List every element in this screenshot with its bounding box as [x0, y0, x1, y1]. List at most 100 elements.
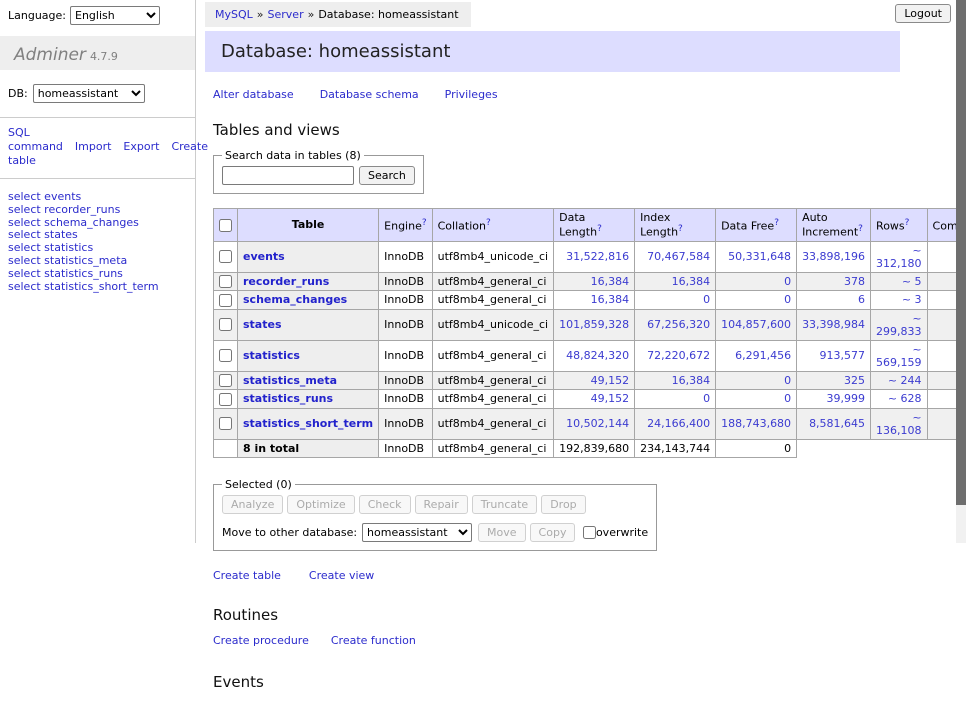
drop-button[interactable]: Drop — [541, 495, 585, 514]
rows-count-link[interactable]: ~ 569,159 — [876, 343, 922, 369]
import-link[interactable]: Import — [75, 140, 112, 153]
breadcrumb-server-link[interactable]: Server — [268, 8, 304, 21]
row-checkbox[interactable] — [219, 374, 232, 387]
index-length-link[interactable]: 67,256,320 — [647, 318, 710, 331]
move-database-select[interactable]: homeassistant — [362, 523, 472, 542]
check-button[interactable]: Check — [359, 495, 411, 514]
rows-count-link[interactable]: ~ 136,108 — [876, 411, 922, 437]
rows-count-link[interactable]: ~ 628 — [888, 392, 922, 405]
optimize-button[interactable]: Optimize — [287, 495, 354, 514]
create-procedure-link[interactable]: Create procedure — [213, 634, 309, 647]
table-link[interactable]: recorder_runs — [243, 275, 329, 288]
sidebar-item-select-statistics-meta[interactable]: select statistics_meta — [8, 254, 127, 267]
data-length-link[interactable]: 49,152 — [591, 392, 630, 405]
sidebar-item-select-statistics[interactable]: select statistics — [8, 241, 93, 254]
rows-count-link[interactable]: ~ 244 — [888, 374, 922, 387]
truncate-button[interactable]: Truncate — [472, 495, 537, 514]
copy-button[interactable]: Copy — [530, 523, 576, 542]
sidebar-item-select-schema-changes[interactable]: select schema_changes — [8, 216, 139, 229]
table-link[interactable]: statistics_meta — [243, 374, 337, 387]
sidebar-item-select-statistics-runs[interactable]: select statistics_runs — [8, 267, 123, 280]
create-function-link[interactable]: Create function — [331, 634, 416, 647]
table-link[interactable]: statistics — [243, 349, 300, 362]
breadcrumb-mysql-link[interactable]: MySQL — [215, 8, 253, 21]
index-length-link[interactable]: 72,220,672 — [647, 349, 710, 362]
export-link[interactable]: Export — [123, 140, 159, 153]
help-icon[interactable]: ? — [858, 224, 863, 234]
row-checkbox[interactable] — [219, 294, 232, 307]
data-length-link[interactable]: 101,859,328 — [559, 318, 629, 331]
alter-database-link[interactable]: Alter database — [213, 88, 294, 101]
index-length-link[interactable]: 16,384 — [672, 275, 711, 288]
index-length-link[interactable]: 0 — [703, 392, 710, 405]
create-table-link[interactable]: Create table — [213, 569, 281, 582]
row-checkbox[interactable] — [219, 349, 232, 362]
sidebar-item-select-events[interactable]: select events — [8, 190, 81, 203]
row-checkbox[interactable] — [219, 318, 232, 331]
auto-increment-link[interactable]: 39,999 — [827, 392, 866, 405]
search-button[interactable]: Search — [359, 166, 415, 185]
data-length-link[interactable]: 16,384 — [591, 293, 630, 306]
sidebar-item-select-statistics-short-term[interactable]: select statistics_short_term — [8, 280, 159, 293]
table-link[interactable]: states — [243, 318, 282, 331]
data-length-link[interactable]: 16,384 — [591, 275, 630, 288]
index-length-link[interactable]: 0 — [703, 293, 710, 306]
row-checkbox[interactable] — [219, 417, 232, 430]
auto-increment-link[interactable]: 8,581,645 — [809, 417, 865, 430]
auto-increment-link[interactable]: 6 — [858, 293, 865, 306]
row-checkbox[interactable] — [219, 250, 232, 263]
data-length-link[interactable]: 10,502,144 — [566, 417, 629, 430]
create-view-link[interactable]: Create view — [309, 569, 374, 582]
rows-count-link[interactable]: ~ 312,180 — [876, 244, 922, 270]
row-checkbox[interactable] — [219, 275, 232, 288]
logout-button[interactable]: Logout — [895, 4, 951, 23]
data-free-link[interactable]: 6,291,456 — [735, 349, 791, 362]
data-free-link[interactable]: 0 — [784, 392, 791, 405]
help-icon[interactable]: ? — [678, 224, 683, 234]
auto-increment-link[interactable]: 378 — [844, 275, 865, 288]
table-link[interactable]: events — [243, 250, 285, 263]
index-length-link[interactable]: 24,166,400 — [647, 417, 710, 430]
data-length-link[interactable]: 49,152 — [591, 374, 630, 387]
sidebar-item-select-states[interactable]: select states — [8, 228, 78, 241]
search-input[interactable] — [222, 166, 354, 185]
help-icon[interactable]: ? — [486, 218, 491, 228]
index-length-link[interactable]: 70,467,584 — [647, 250, 710, 263]
data-free-link[interactable]: 50,331,648 — [728, 250, 791, 263]
database-schema-link[interactable]: Database schema — [320, 88, 419, 101]
data-free-link[interactable]: 0 — [784, 293, 791, 306]
rows-count-link[interactable]: ~ 299,833 — [876, 312, 922, 338]
help-icon[interactable]: ? — [905, 218, 910, 228]
db-select[interactable]: homeassistant — [33, 84, 145, 103]
table-link[interactable]: statistics_runs — [243, 392, 333, 405]
move-button[interactable]: Move — [478, 523, 526, 542]
data-free-link[interactable]: 0 — [784, 374, 791, 387]
auto-increment-link[interactable]: 913,577 — [820, 349, 866, 362]
help-icon[interactable]: ? — [774, 218, 779, 228]
table-link[interactable]: schema_changes — [243, 293, 347, 306]
data-free-link[interactable]: 0 — [784, 275, 791, 288]
sidebar-item-select-recorder-runs[interactable]: select recorder_runs — [8, 203, 120, 216]
rows-count-link[interactable]: ~ 3 — [902, 293, 922, 306]
auto-increment-link[interactable]: 33,398,984 — [802, 318, 865, 331]
privileges-link[interactable]: Privileges — [445, 88, 498, 101]
table-link[interactable]: statistics_short_term — [243, 417, 373, 430]
sql-command-link[interactable]: SQL command — [8, 126, 63, 153]
data-length-link[interactable]: 31,522,816 — [566, 250, 629, 263]
help-icon[interactable]: ? — [422, 218, 427, 228]
auto-increment-link[interactable]: 33,898,196 — [802, 250, 865, 263]
data-length-link[interactable]: 48,824,320 — [566, 349, 629, 362]
language-select[interactable]: English — [70, 6, 160, 25]
index-length-link[interactable]: 16,384 — [672, 374, 711, 387]
page-scrollbar[interactable] — [956, 0, 966, 543]
row-checkbox[interactable] — [219, 393, 232, 406]
help-icon[interactable]: ? — [597, 224, 602, 234]
data-free-link[interactable]: 104,857,600 — [721, 318, 791, 331]
select-all-checkbox[interactable] — [219, 219, 232, 232]
scrollbar-thumb[interactable] — [956, 0, 966, 505]
overwrite-checkbox[interactable] — [583, 526, 596, 539]
analyze-button[interactable]: Analyze — [222, 495, 283, 514]
data-free-link[interactable]: 188,743,680 — [721, 417, 791, 430]
rows-count-link[interactable]: ~ 5 — [902, 275, 922, 288]
auto-increment-link[interactable]: 325 — [844, 374, 865, 387]
